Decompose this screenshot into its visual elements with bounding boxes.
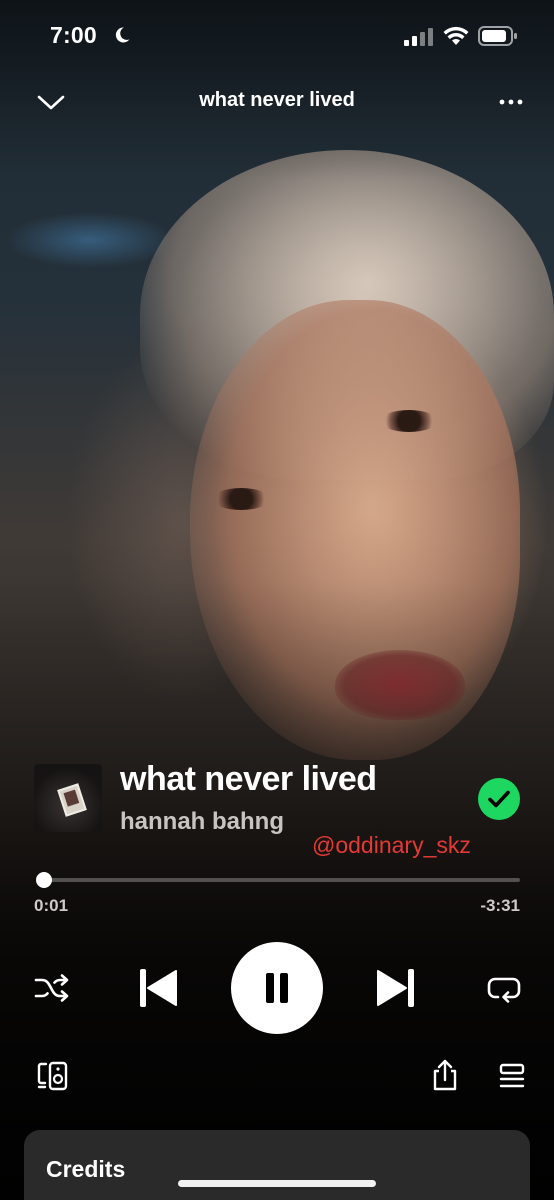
connect-device-icon[interactable] (36, 1060, 72, 1092)
queue-icon[interactable] (496, 1060, 528, 1092)
artist-name[interactable]: hannah bahng (120, 808, 284, 836)
pause-button[interactable] (231, 942, 323, 1034)
credits-card[interactable]: Credits (24, 1130, 530, 1200)
playback-controls (0, 940, 554, 1036)
bg-eye-left (212, 488, 270, 510)
check-icon (488, 790, 510, 808)
progress-bar[interactable]: 0:01 -3:31 (34, 872, 520, 915)
pause-icon (266, 973, 288, 1003)
repeat-icon (487, 977, 521, 1003)
more-icon[interactable] (496, 90, 526, 114)
status-time: 7:00 (50, 22, 97, 48)
home-indicator[interactable] (178, 1180, 376, 1187)
watermark-text: @oddinary_skz (312, 832, 471, 858)
status-bar: 7:00 (0, 0, 554, 70)
player-header: what never lived (0, 80, 554, 124)
cover-photo (57, 783, 87, 817)
progress-thumb[interactable] (36, 872, 53, 888)
moon-icon (115, 27, 130, 43)
skip-previous-icon (140, 969, 177, 1007)
wifi-icon (443, 26, 469, 45)
song-title[interactable]: what never lived (120, 760, 377, 799)
previous-button[interactable] (134, 964, 182, 1012)
progress-rail[interactable] (42, 878, 520, 882)
bg-eye-right (380, 410, 438, 432)
liked-button[interactable] (478, 778, 520, 820)
album-cover[interactable] (34, 764, 102, 832)
bottom-actions (0, 1056, 554, 1096)
skip-next-icon (377, 969, 414, 1007)
shuffle-button[interactable] (32, 970, 72, 1006)
repeat-button[interactable] (484, 970, 524, 1006)
credits-title: Credits (46, 1156, 126, 1182)
shuffle-icon (34, 974, 69, 1002)
next-button[interactable] (372, 964, 420, 1012)
battery-icon (478, 26, 517, 46)
remaining-time: -3:31 (480, 896, 520, 915)
track-info: what never lived hannah bahng (34, 760, 520, 840)
header-title: what never lived (199, 89, 355, 111)
signal-icon (404, 28, 433, 46)
elapsed-time: 0:01 (34, 896, 69, 915)
share-icon[interactable] (428, 1058, 462, 1092)
